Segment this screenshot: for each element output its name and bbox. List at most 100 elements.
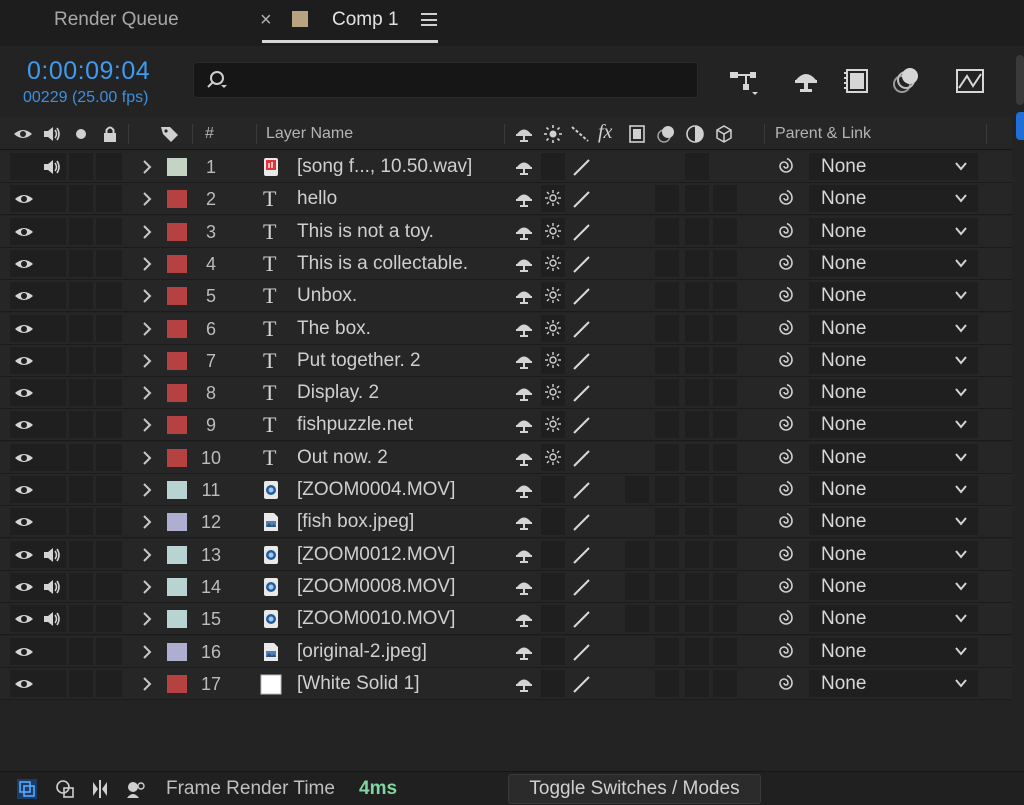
lock-switch[interactable] bbox=[96, 379, 122, 407]
toggle-switches-modes-button[interactable]: Toggle Switches / Modes bbox=[508, 774, 761, 804]
layer-switch-cell[interactable] bbox=[655, 476, 679, 503]
lock-switch[interactable] bbox=[96, 282, 122, 310]
layer-switch-cell[interactable] bbox=[713, 508, 737, 536]
layer-switch-cell[interactable] bbox=[655, 314, 679, 342]
expand-chevron-icon[interactable] bbox=[140, 610, 154, 628]
collapse-sun-icon[interactable] bbox=[543, 447, 563, 467]
time-navigator-handle[interactable] bbox=[1016, 112, 1024, 140]
layer-name[interactable]: Display. 2 bbox=[297, 382, 379, 404]
label-color-swatch[interactable] bbox=[167, 577, 187, 596]
layer-name[interactable]: hello bbox=[297, 188, 337, 210]
solo-switch[interactable] bbox=[69, 540, 93, 568]
video-switch[interactable] bbox=[10, 669, 38, 697]
layer-switch-cell[interactable] bbox=[713, 572, 737, 600]
collapse-sun-icon[interactable] bbox=[543, 350, 563, 370]
collapse-switch[interactable] bbox=[541, 669, 565, 697]
audio-switch[interactable] bbox=[38, 346, 66, 374]
pick-whip-spiral-icon[interactable] bbox=[775, 673, 797, 695]
solo-switch[interactable] bbox=[69, 508, 93, 536]
layer-switch-cell[interactable] bbox=[713, 605, 737, 633]
pick-whip-spiral-icon[interactable] bbox=[775, 285, 797, 307]
video-switch[interactable] bbox=[10, 572, 38, 600]
label-color-swatch[interactable] bbox=[167, 384, 187, 403]
layer-switch-cell[interactable] bbox=[713, 217, 737, 245]
pick-whip-spiral-icon[interactable] bbox=[775, 511, 797, 533]
layer-name[interactable]: [original-2.jpeg] bbox=[297, 641, 427, 663]
audio-switch[interactable] bbox=[38, 217, 66, 245]
video-switch[interactable] bbox=[10, 185, 38, 213]
pick-whip-spiral-icon[interactable] bbox=[775, 641, 797, 663]
lock-switch[interactable] bbox=[96, 508, 122, 536]
parent-dropdown[interactable]: None bbox=[809, 476, 978, 503]
expand-chevron-icon[interactable] bbox=[140, 190, 154, 208]
shy-switch-icon[interactable] bbox=[514, 254, 534, 274]
layer-switches-pane-icon[interactable] bbox=[16, 778, 38, 800]
lock-icon[interactable] bbox=[100, 124, 120, 144]
layer-switch-cell[interactable] bbox=[685, 508, 709, 536]
parent-link-header[interactable]: Parent & Link bbox=[775, 125, 871, 143]
layer-switch-cell[interactable] bbox=[685, 605, 709, 633]
layer-switch-cell[interactable] bbox=[625, 605, 649, 633]
expand-chevron-icon[interactable] bbox=[140, 513, 154, 531]
audio-switch[interactable] bbox=[38, 314, 66, 342]
layer-switch-cell[interactable] bbox=[685, 249, 709, 277]
tab-render-queue[interactable]: Render Queue bbox=[54, 9, 179, 31]
shy-switch-icon[interactable] bbox=[514, 189, 534, 209]
speaker-icon[interactable] bbox=[42, 577, 62, 597]
quality-slash-icon[interactable] bbox=[570, 254, 592, 274]
shy-switch-icon[interactable] bbox=[514, 286, 534, 306]
layer-switch-cell[interactable] bbox=[685, 379, 709, 407]
label-color-swatch[interactable] bbox=[167, 416, 187, 435]
layer-search-field[interactable] bbox=[193, 62, 698, 98]
layer-switch-cell[interactable] bbox=[655, 346, 679, 374]
shy-switch-icon[interactable] bbox=[514, 512, 534, 532]
collapse-switch[interactable] bbox=[541, 572, 565, 600]
collapse-switch[interactable] bbox=[541, 540, 565, 568]
parent-dropdown[interactable]: None bbox=[809, 572, 978, 600]
solo-switch[interactable] bbox=[69, 379, 93, 407]
video-switch[interactable] bbox=[10, 508, 38, 536]
audio-switch[interactable] bbox=[38, 443, 66, 471]
expand-chevron-icon[interactable] bbox=[140, 352, 154, 370]
video-switch[interactable] bbox=[10, 605, 38, 633]
layer-name[interactable]: Unbox. bbox=[297, 285, 357, 307]
collapse-switch[interactable] bbox=[541, 476, 565, 503]
shy-switch-icon[interactable] bbox=[514, 124, 534, 144]
parent-dropdown[interactable]: None bbox=[809, 411, 978, 439]
expand-chevron-icon[interactable] bbox=[140, 449, 154, 467]
collapse-sun-icon[interactable] bbox=[543, 318, 563, 338]
layer-name[interactable]: Put together. 2 bbox=[297, 350, 421, 372]
lock-switch[interactable] bbox=[96, 185, 122, 213]
layer-name[interactable]: [ZOOM0010.MOV] bbox=[297, 608, 455, 630]
label-color-swatch[interactable] bbox=[167, 287, 187, 306]
expand-chevron-icon[interactable] bbox=[140, 158, 154, 176]
audio-switch[interactable] bbox=[38, 637, 66, 665]
layer-row[interactable]: 2 Thello None bbox=[0, 183, 1012, 216]
in-out-pane-icon[interactable] bbox=[89, 778, 111, 800]
lock-switch[interactable] bbox=[96, 637, 122, 665]
quality-slash-icon[interactable] bbox=[570, 351, 592, 371]
video-switch[interactable] bbox=[10, 282, 38, 310]
pick-whip-spiral-icon[interactable] bbox=[775, 253, 797, 275]
eye-icon[interactable] bbox=[14, 674, 34, 694]
layer-switch-cell[interactable] bbox=[655, 605, 679, 633]
quality-slash-icon[interactable] bbox=[570, 512, 592, 532]
collapse-sun-icon[interactable] bbox=[543, 414, 563, 434]
label-color-swatch[interactable] bbox=[167, 158, 187, 176]
shy-switch-icon[interactable] bbox=[514, 415, 534, 435]
parent-dropdown[interactable]: None bbox=[809, 669, 978, 697]
quality-slash-icon[interactable] bbox=[570, 319, 592, 339]
layer-row[interactable]: 10 T Out now. 2 None bbox=[0, 441, 1012, 474]
collapse-switch[interactable] bbox=[541, 637, 565, 665]
solo-switch[interactable] bbox=[69, 605, 93, 633]
shy-switch-icon[interactable] bbox=[514, 577, 534, 597]
video-eye-icon[interactable] bbox=[13, 124, 33, 144]
parent-dropdown[interactable]: None bbox=[809, 185, 978, 213]
label-color-swatch[interactable] bbox=[167, 610, 187, 629]
3d-layer-cube-icon[interactable] bbox=[714, 124, 734, 144]
layer-row[interactable]: 16 [original-2.jpeg] None bbox=[0, 635, 1012, 668]
layer-name[interactable]: [ZOOM0004.MOV] bbox=[297, 479, 455, 501]
pick-whip-spiral-icon[interactable] bbox=[775, 576, 797, 598]
lock-switch[interactable] bbox=[96, 411, 122, 439]
label-color-swatch[interactable] bbox=[167, 481, 187, 499]
